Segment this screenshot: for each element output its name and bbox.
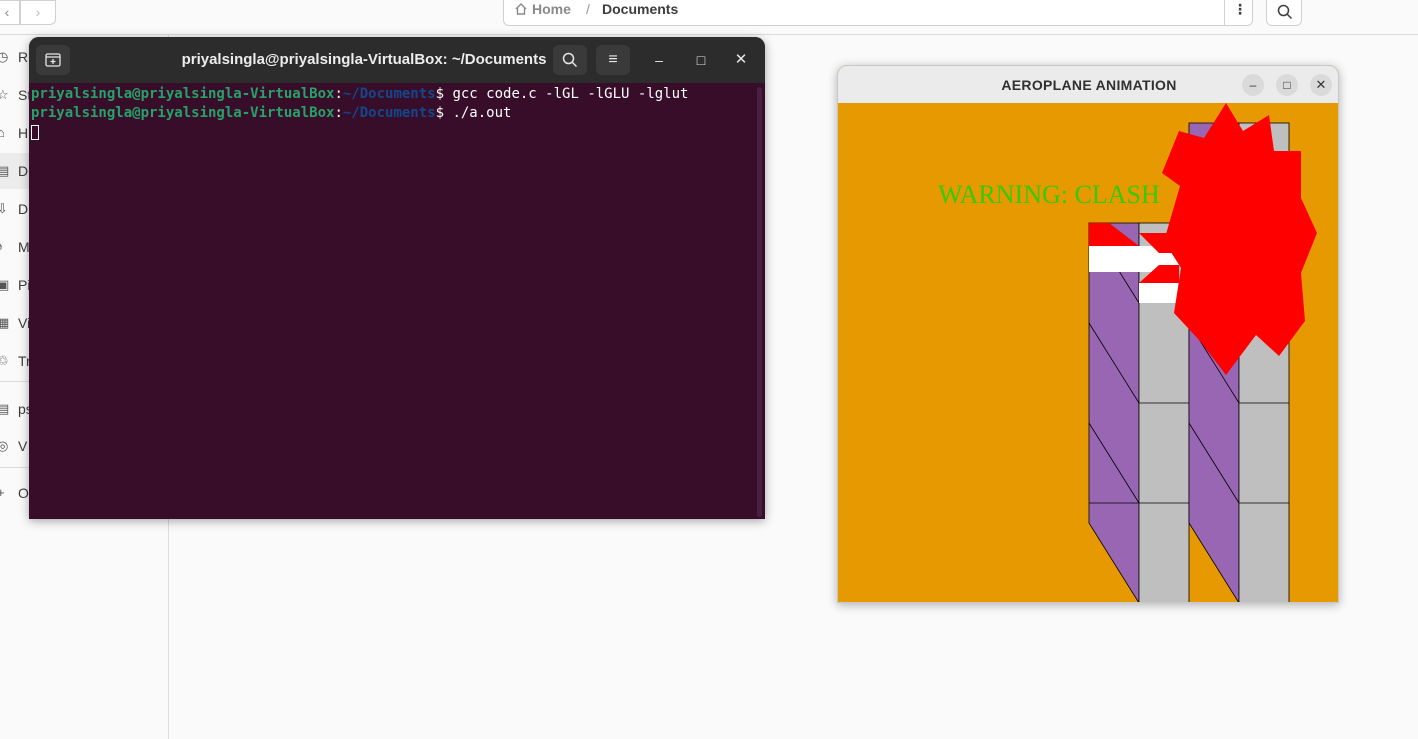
- disc-icon: ◎: [0, 438, 9, 453]
- prompt-user: priyalsingla@priyalsingla-VirtualBox: [31, 105, 335, 121]
- aeroplane-fuselage-lower: [1139, 283, 1179, 303]
- new-tab-icon: [45, 53, 61, 67]
- kebab-menu-icon[interactable]: ⋮: [1230, 1, 1250, 18]
- search-icon: [1277, 4, 1293, 20]
- path-divider: [1224, 0, 1225, 26]
- minimize-icon: –: [1249, 78, 1257, 92]
- plus-icon: +: [0, 485, 5, 500]
- gl-titlebar: AEROPLANE ANIMATION – □ ✕: [838, 66, 1338, 104]
- sidebar-item-label: D: [18, 163, 29, 179]
- sidebar-item-label: O: [18, 485, 29, 501]
- terminal-line: priyalsingla@priyalsingla-VirtualBox:~/D…: [31, 104, 757, 123]
- search-button[interactable]: [1266, 0, 1302, 26]
- breadcrumb-home-label: Home: [532, 1, 571, 17]
- terminal-line: [31, 123, 757, 142]
- prompt-path: ~/Documents: [342, 86, 436, 102]
- prompt-symbol: $: [435, 105, 453, 121]
- home-icon: ⌂: [0, 125, 5, 140]
- video-icon: ▦: [0, 315, 10, 330]
- prompt-symbol: $: [435, 86, 453, 102]
- terminal-menu-button[interactable]: ≡: [596, 45, 630, 75]
- terminal-scrollbar[interactable]: [757, 87, 762, 517]
- sidebar-item-label: M: [18, 239, 30, 255]
- sidebar-item-label: R: [18, 49, 29, 65]
- breadcrumb-home[interactable]: Home: [514, 1, 571, 17]
- gl-maximize-button[interactable]: □: [1276, 74, 1298, 96]
- warning-text: WARNING: CLASH: [938, 180, 1160, 209]
- home-icon: [515, 3, 527, 15]
- breadcrumb-separator: /: [586, 1, 590, 17]
- new-tab-button[interactable]: [36, 45, 70, 75]
- gl-minimize-button[interactable]: –: [1242, 74, 1264, 96]
- breadcrumb-current[interactable]: Documents: [602, 1, 678, 17]
- sidebar-item-label: D: [18, 201, 29, 217]
- picture-icon: ▣: [0, 277, 10, 292]
- maximize-icon: □: [1283, 78, 1291, 92]
- sidebar-item-label: V: [18, 438, 28, 454]
- drive-icon: ▤: [0, 401, 10, 416]
- terminal-close-button[interactable]: ✕: [731, 50, 751, 70]
- clock-icon: ◷: [0, 49, 9, 64]
- prompt-colon: :: [334, 105, 343, 121]
- search-icon: [562, 52, 578, 68]
- terminal-maximize-button[interactable]: □: [691, 50, 711, 70]
- terminal-window: priyalsingla@priyalsingla-VirtualBox: ~/…: [29, 37, 765, 519]
- chevron-left-icon: ‹: [4, 4, 10, 20]
- terminal-cursor: [31, 124, 39, 140]
- document-icon: ▤: [0, 163, 10, 178]
- terminal-search-button[interactable]: [553, 45, 587, 75]
- animation-canvas: WARNING: CLASH: [838, 103, 1338, 602]
- chevron-right-icon: ›: [35, 4, 41, 20]
- terminal-output[interactable]: priyalsingla@priyalsingla-VirtualBox:~/D…: [31, 85, 757, 515]
- prompt-path: ~/Documents: [342, 105, 436, 121]
- command-text: ./a.out: [452, 105, 512, 121]
- trash-icon: ♲: [0, 353, 9, 368]
- download-icon: ⇩: [0, 201, 8, 216]
- terminal-minimize-button[interactable]: –: [649, 50, 669, 70]
- close-icon: ✕: [1315, 77, 1327, 92]
- gl-close-button[interactable]: ✕: [1310, 74, 1332, 96]
- maximize-icon: □: [696, 52, 706, 68]
- hamburger-menu-icon: ≡: [608, 51, 618, 68]
- sidebar-item-label: H: [18, 125, 29, 141]
- forward-button[interactable]: ›: [20, 0, 56, 25]
- file-manager-header: ‹ › Home / Documents ⋮: [0, 0, 1418, 35]
- terminal-line: priyalsingla@priyalsingla-VirtualBox:~/D…: [31, 85, 757, 104]
- prompt-colon: :: [334, 86, 343, 102]
- star-icon: ☆: [0, 87, 9, 102]
- close-icon: ✕: [734, 51, 748, 68]
- prompt-user: priyalsingla@priyalsingla-VirtualBox: [31, 86, 335, 102]
- back-button[interactable]: ‹: [0, 0, 20, 25]
- terminal-titlebar: priyalsingla@priyalsingla-VirtualBox: ~/…: [29, 37, 765, 83]
- aeroplane-animation-window: AEROPLANE ANIMATION – □ ✕ WARNING: CLASH: [837, 65, 1339, 603]
- command-text: gcc code.c -lGL -lGLU -lglut: [452, 86, 689, 102]
- minimize-icon: –: [655, 52, 663, 68]
- terminal-title: priyalsingla@priyalsingla-VirtualBox: ~/…: [181, 51, 547, 68]
- music-icon: ♪: [0, 239, 4, 254]
- path-bar[interactable]: Home / Documents ⋮: [503, 0, 1253, 26]
